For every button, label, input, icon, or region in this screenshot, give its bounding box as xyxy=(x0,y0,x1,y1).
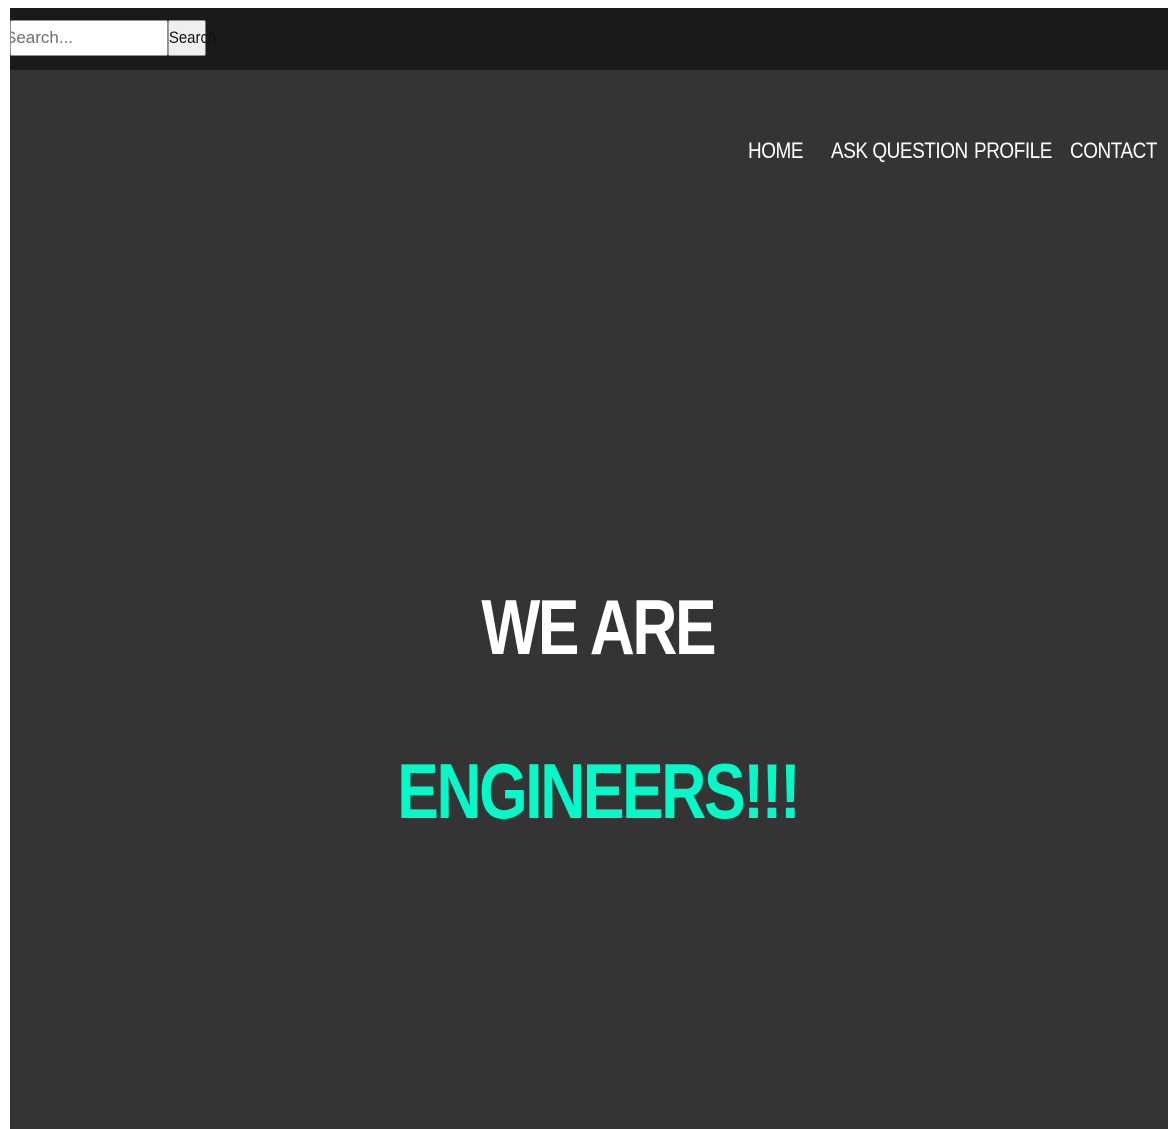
hero-section: HOME ASK QUESTION PROFILE CONTACT WE ARE… xyxy=(10,70,1168,1129)
search-button[interactable]: Search xyxy=(168,20,216,56)
nav-item-contact[interactable]: CONTACT xyxy=(1070,138,1157,164)
nav-item-home[interactable]: HOME xyxy=(748,138,803,164)
hero-heading-we-are: WE ARE xyxy=(481,583,716,671)
hero-heading-engineers: ENGINEERS!!! xyxy=(397,747,800,835)
search-input[interactable] xyxy=(10,20,168,56)
page: Search HOME ASK QUESTION PROFILE CONTACT… xyxy=(0,0,1168,1129)
nav-item-ask-question[interactable]: ASK QUESTION xyxy=(831,138,968,164)
main-navigation: HOME ASK QUESTION PROFILE CONTACT xyxy=(748,138,1168,174)
nav-item-profile[interactable]: PROFILE xyxy=(974,138,1052,164)
top-search-bar: Search xyxy=(10,8,1168,70)
